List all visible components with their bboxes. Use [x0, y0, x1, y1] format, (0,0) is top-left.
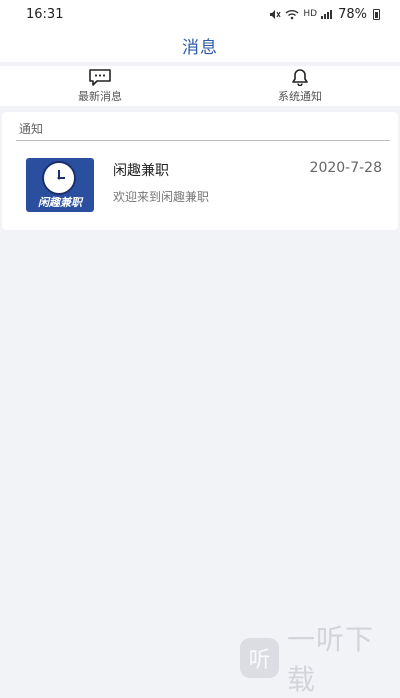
message-title: 闲趣兼职 [113, 163, 169, 179]
nav-bar: 消息 [0, 28, 400, 62]
message-preview: 欢迎来到闲趣兼职 [113, 190, 210, 204]
app-logo: 闲趣兼职 [26, 158, 94, 212]
watermark-logo: 听 [240, 638, 279, 678]
page-title: 消息 [182, 37, 218, 58]
status-indicators: HD 78% [269, 7, 380, 22]
watermark: 听 一听下载 [240, 618, 400, 698]
battery-percent: 78% [338, 6, 367, 22]
tab-label: 最新消息 [78, 90, 122, 103]
tab-latest-messages[interactable]: 最新消息 [0, 66, 200, 106]
network-label: HD [303, 9, 318, 19]
notification-panel: 通知 闲趣兼职 闲趣兼职 2020-7-28 欢迎来到闲趣兼职 [2, 112, 398, 230]
status-bar: 16:31 HD 78% [0, 0, 400, 28]
status-time: 16:31 [26, 6, 64, 22]
tab-bar: 最新消息 系统通知 [0, 66, 400, 106]
message-item[interactable]: 闲趣兼职 闲趣兼职 2020-7-28 欢迎来到闲趣兼职 [2, 152, 398, 218]
watermark-text: 一听下载 [286, 623, 374, 696]
message-date: 2020-7-28 [309, 160, 382, 176]
divider [16, 140, 390, 141]
section-label: 通知 [19, 122, 44, 136]
bell-icon [292, 69, 308, 86]
wifi-icon [285, 9, 299, 19]
clock-icon [42, 161, 76, 195]
tab-system-notifications[interactable]: 系统通知 [200, 66, 400, 106]
app-logo-text: 闲趣兼职 [38, 196, 82, 209]
tab-label: 系统通知 [278, 90, 322, 103]
signal-icon [321, 9, 333, 19]
mute-icon [270, 9, 281, 19]
status-icons: HD [269, 9, 333, 20]
chat-bubble-icon [89, 69, 111, 86]
battery-icon [373, 8, 380, 20]
